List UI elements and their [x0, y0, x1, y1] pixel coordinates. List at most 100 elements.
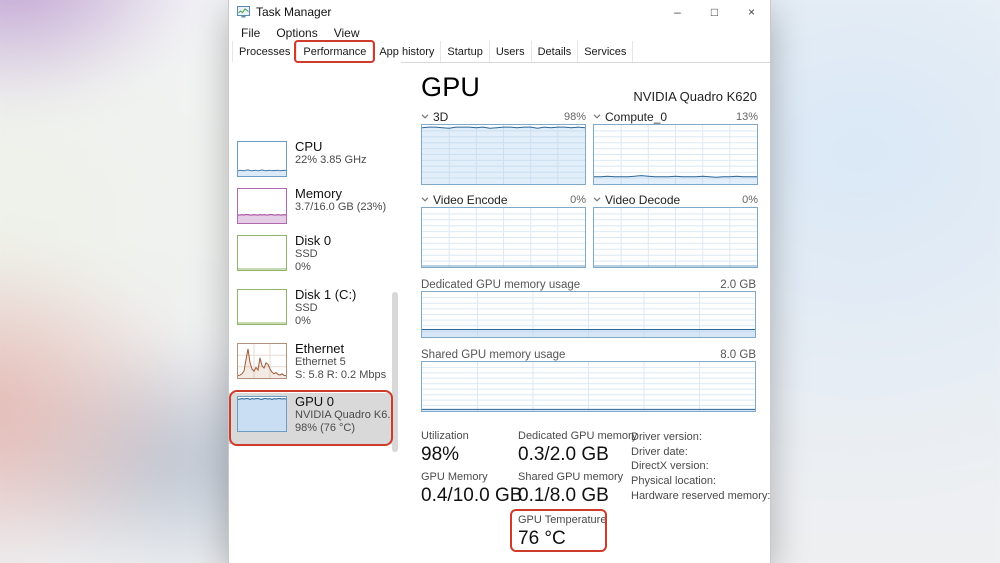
chart-header-3d: 3D 98%	[421, 110, 586, 123]
memory-mini-chart	[237, 188, 287, 224]
chart-header-video-encode: Video Encode 0%	[421, 193, 586, 206]
stat-gpu-temperature: GPU Temperature 76 °C	[518, 514, 606, 550]
sidebar-item-detail: 3.7/16.0 GB (23%)	[295, 201, 394, 214]
chart-percent: 13%	[736, 111, 758, 123]
menu-file[interactable]: File	[233, 26, 268, 40]
tab-app-history[interactable]: App history	[373, 41, 441, 62]
close-button[interactable]: ×	[733, 0, 770, 24]
sidebar-item-detail: SSD	[295, 302, 394, 315]
chart-title: Shared GPU memory usage	[421, 349, 565, 361]
shared-memory-chart	[421, 361, 756, 412]
sidebar-item-title: Disk 1 (C:)	[295, 287, 394, 302]
chart-header-video-decode: Video Decode 0%	[593, 193, 758, 206]
sidebar-item-ethernet[interactable]: Ethernet Ethernet 5 S: 5.8 R: 0.2 Mbps	[229, 340, 396, 392]
gpu-3d-chart	[421, 124, 586, 185]
maximize-button[interactable]: □	[696, 0, 733, 24]
disk0-mini-chart	[237, 235, 287, 271]
sidebar-item-detail: NVIDIA Quadro K6...	[295, 409, 394, 422]
cpu-mini-chart	[237, 141, 287, 177]
sidebar-item-detail2: 0%	[295, 261, 394, 274]
chart-percent: 0%	[742, 194, 758, 206]
sidebar-item-memory[interactable]: Memory 3.7/16.0 GB (23%)	[229, 185, 396, 231]
sidebar-item-detail2: 98% (76 °C)	[295, 422, 394, 435]
menu-bar: File Options View	[229, 24, 770, 41]
chart-max-value: 2.0 GB	[720, 279, 756, 291]
stat-value: 0.3/2.0 GB	[518, 444, 637, 466]
chart-title: Compute_0	[605, 110, 667, 124]
ethernet-mini-chart	[237, 343, 287, 379]
tab-services[interactable]: Services	[578, 41, 633, 62]
disk1-mini-chart	[237, 289, 287, 325]
chevron-down-icon[interactable]	[593, 114, 601, 119]
sidebar-item-title: Ethernet	[295, 341, 394, 356]
sidebar-item-cpu[interactable]: CPU 22% 3.85 GHz	[229, 138, 396, 184]
stat-label: Shared GPU memory	[518, 471, 623, 484]
stat-value: 98%	[421, 444, 469, 466]
tab-performance-label: Performance	[303, 46, 366, 58]
compute0-chart	[593, 124, 758, 185]
stat-shared-memory: Shared GPU memory 0.1/8.0 GB	[518, 471, 623, 507]
video-encode-chart	[421, 207, 586, 268]
chart-title: Dedicated GPU memory usage	[421, 279, 580, 291]
stat-utilization: Utilization 98%	[421, 430, 469, 466]
tab-users[interactable]: Users	[490, 41, 532, 62]
stat-value: 0.4/10.0 GB	[421, 485, 522, 507]
sidebar-item-disk1[interactable]: Disk 1 (C:) SSD 0%	[229, 286, 396, 338]
sidebar-scrollbar[interactable]	[392, 292, 398, 452]
dedicated-memory-header: Dedicated GPU memory usage 2.0 GB	[421, 279, 756, 291]
sidebar-item-title: CPU	[295, 139, 394, 154]
sidebar-item-gpu0[interactable]: GPU 0 NVIDIA Quadro K6... 98% (76 °C)	[229, 393, 396, 444]
tab-details[interactable]: Details	[532, 41, 579, 62]
shared-memory-header: Shared GPU memory usage 8.0 GB	[421, 349, 756, 361]
minimize-button[interactable]: –	[659, 0, 696, 24]
sidebar-item-title: GPU 0	[295, 394, 394, 409]
window-title: Task Manager	[256, 5, 331, 19]
chart-title: Video Decode	[605, 193, 680, 207]
chart-title: Video Encode	[433, 193, 508, 207]
driver-info: Driver version: Driver date: DirectX ver…	[631, 430, 770, 504]
stat-value: 76 °C	[518, 528, 606, 550]
titlebar: Task Manager – □ ×	[229, 0, 770, 24]
tab-performance[interactable]: Performance	[297, 41, 373, 62]
task-manager-icon	[237, 6, 250, 18]
gpu0-mini-chart	[237, 396, 287, 432]
window-controls: – □ ×	[659, 0, 770, 24]
chevron-down-icon[interactable]	[421, 197, 429, 202]
stat-label: Dedicated GPU memory	[518, 430, 637, 443]
video-decode-chart	[593, 207, 758, 268]
stat-dedicated-memory: Dedicated GPU memory 0.3/2.0 GB	[518, 430, 637, 466]
tab-startup[interactable]: Startup	[441, 41, 489, 62]
menu-options[interactable]: Options	[268, 26, 325, 40]
driver-info-line: Physical location:	[631, 474, 770, 489]
stat-label: GPU Temperature	[518, 514, 606, 527]
sidebar-item-detail2: 0%	[295, 315, 394, 328]
menu-view[interactable]: View	[326, 26, 368, 40]
tab-strip: Processes Performance App history Startu…	[229, 41, 770, 63]
stat-gpu-memory: GPU Memory 0.4/10.0 GB	[421, 471, 522, 507]
chart-title: 3D	[433, 110, 448, 124]
desktop: Task Manager – □ × File Options View Pro…	[0, 0, 1000, 563]
sidebar-item-detail2: S: 5.8 R: 0.2 Mbps	[295, 369, 394, 382]
driver-info-line: DirectX version:	[631, 459, 770, 474]
sidebar-item-disk0[interactable]: Disk 0 SSD 0%	[229, 232, 396, 284]
sidebar-item-detail: Ethernet 5	[295, 356, 394, 369]
sidebar-item-detail: SSD	[295, 248, 394, 261]
dedicated-memory-chart	[421, 291, 756, 338]
sidebar-item-title: Disk 0	[295, 233, 394, 248]
driver-info-line: Driver date:	[631, 445, 770, 460]
chart-percent: 0%	[570, 194, 586, 206]
stat-label: Utilization	[421, 430, 469, 443]
page-title: GPU	[421, 72, 480, 103]
performance-sidebar: CPU 22% 3.85 GHz Memory 3.7/16.0 GB (23%…	[229, 62, 401, 563]
gpu-detail-panel: GPU NVIDIA Quadro K620 3D 98% Compute_0 …	[421, 62, 759, 563]
sidebar-item-title: Memory	[295, 186, 394, 201]
chevron-down-icon[interactable]	[593, 197, 601, 202]
tab-processes[interactable]: Processes	[232, 41, 297, 62]
chevron-down-icon[interactable]	[421, 114, 429, 119]
driver-info-line: Driver version:	[631, 430, 770, 445]
chart-percent: 98%	[564, 111, 586, 123]
device-name: NVIDIA Quadro K620	[633, 89, 757, 104]
chart-max-value: 8.0 GB	[720, 349, 756, 361]
sidebar-item-detail: 22% 3.85 GHz	[295, 154, 394, 167]
stat-label: GPU Memory	[421, 471, 522, 484]
